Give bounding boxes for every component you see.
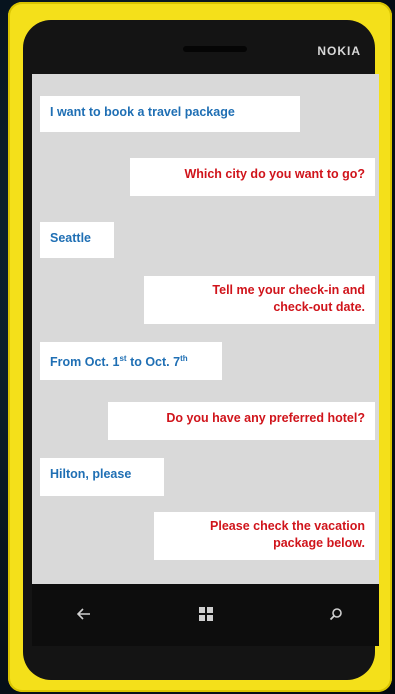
back-arrow-icon bbox=[76, 608, 90, 620]
message-text: Hilton, please bbox=[50, 467, 132, 481]
bot-message-1: Which city do you want to go? bbox=[130, 158, 375, 196]
message-text-line-2: check-out date. bbox=[273, 300, 365, 314]
start-button[interactable] bbox=[192, 600, 220, 628]
bot-message-3: Do you have any preferred hotel? bbox=[108, 402, 375, 440]
user-message-3: From Oct. 1st to Oct. 7th bbox=[40, 342, 222, 380]
user-message-2: Seattle bbox=[40, 222, 114, 258]
navigation-bar bbox=[32, 584, 379, 646]
back-button[interactable] bbox=[70, 600, 98, 628]
ordinal-suffix-2: th bbox=[180, 354, 188, 363]
message-text: Seattle bbox=[50, 231, 91, 245]
speaker-grille bbox=[183, 46, 247, 52]
message-text-line-1: Please check the vacation bbox=[210, 519, 365, 533]
message-text-line-1: Tell me your check-in and bbox=[212, 283, 365, 297]
windows-logo-icon bbox=[199, 607, 213, 621]
search-icon bbox=[329, 608, 342, 621]
bot-message-2: Tell me your check-in and check-out date… bbox=[144, 276, 375, 324]
message-text-line-2: package below. bbox=[273, 536, 365, 550]
brand-logo: NOKIA bbox=[317, 44, 361, 58]
message-text: I want to book a travel package bbox=[50, 105, 235, 119]
message-text: Do you have any preferred hotel? bbox=[166, 411, 365, 425]
ordinal-suffix-1: st bbox=[119, 354, 127, 363]
message-text-part-2: to Oct. 7 bbox=[126, 355, 181, 370]
chat-screen: I want to book a travel package Which ci… bbox=[32, 74, 379, 584]
message-text: Which city do you want to go? bbox=[184, 167, 365, 181]
user-message-4: Hilton, please bbox=[40, 458, 164, 496]
bot-message-4: Please check the vacation package below. bbox=[154, 512, 375, 560]
user-message-1: I want to book a travel package bbox=[40, 96, 300, 132]
search-button[interactable] bbox=[322, 600, 350, 628]
message-text-part-1: From Oct. 1 bbox=[50, 355, 120, 370]
